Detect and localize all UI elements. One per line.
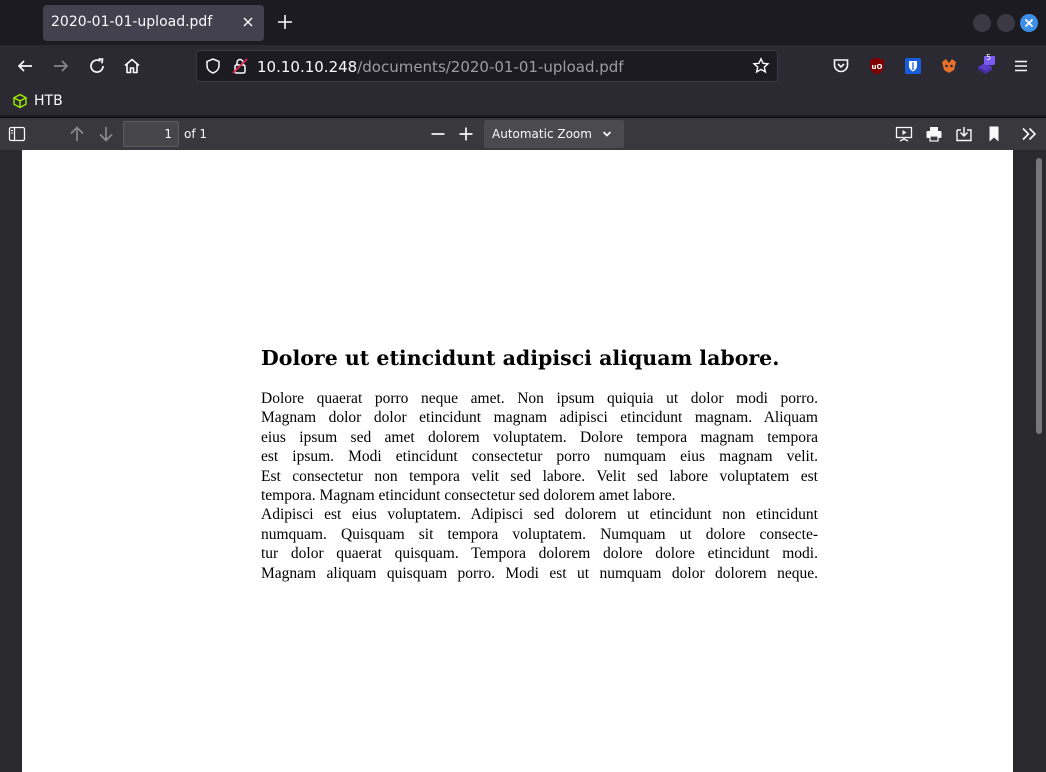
zoom-out-icon[interactable] (428, 124, 448, 144)
navigation-toolbar: 10.10.10.248/documents/2020-01-01-upload… (0, 45, 1046, 87)
address-bar[interactable]: 10.10.10.248/documents/2020-01-01-upload… (196, 50, 778, 82)
new-tab-icon[interactable] (276, 13, 294, 31)
previous-page-icon[interactable] (67, 124, 87, 144)
download-icon[interactable] (954, 124, 974, 144)
document-line: Est consectetur non tempora velit sed la… (261, 467, 818, 485)
tab-active[interactable]: 2020-01-01-upload.pdf (43, 5, 264, 41)
presentation-mode-icon[interactable] (894, 124, 914, 144)
url-text[interactable]: 10.10.10.248/documents/2020-01-01-upload… (257, 58, 624, 76)
svg-text:uO: uO (872, 63, 883, 71)
vertical-scrollbar[interactable] (1036, 158, 1042, 434)
document-line: eius ipsum sed amet dolorem voluptatem. … (261, 428, 818, 446)
document-line: numquam. Quisquam sit tempora voluptatem… (261, 525, 818, 543)
extension-badge: 5 (986, 53, 992, 62)
document-line: Magnam dolor dolor etincidunt magnam adi… (261, 409, 818, 427)
document-line: Adipisci est eius voluptatem. Adipisci s… (261, 506, 818, 524)
page-count: of 1 (184, 127, 208, 141)
extension-purple-icon[interactable]: 5 (975, 53, 995, 76)
zoom-select[interactable]: Automatic Zoom (484, 120, 624, 148)
minimize-window-button[interactable] (973, 14, 991, 32)
zoom-value: Automatic Zoom (492, 127, 592, 141)
pdf-page: Dolore ut etincidunt adipisci aliquam la… (22, 150, 1013, 772)
tab-strip: 2020-01-01-upload.pdf (0, 0, 1046, 45)
document-body: Dolore quaerat porro neque amet. Non ips… (261, 389, 818, 583)
toggle-sidebar-icon[interactable] (7, 124, 27, 144)
foxyproxy-icon[interactable] (939, 56, 959, 76)
print-icon[interactable] (924, 124, 944, 144)
document-line: Dolore quaerat porro neque amet. Non ips… (261, 390, 818, 407)
htb-cube-icon (12, 93, 28, 109)
home-icon[interactable] (122, 56, 142, 76)
close-tab-icon[interactable] (240, 14, 256, 30)
reload-icon[interactable] (87, 56, 107, 76)
document-heading: Dolore ut etincidunt adipisci aliquam la… (261, 346, 780, 370)
pocket-icon[interactable] (831, 56, 851, 76)
chevron-down-icon (601, 128, 613, 140)
bitwarden-icon[interactable] (903, 56, 923, 76)
bookmark-current-view-icon[interactable] (984, 124, 1004, 144)
bookmarks-toolbar: HTB (0, 87, 1046, 115)
document-line: Magnam aliquam quisquam porro. Modi est … (261, 564, 818, 582)
bookmark-star-icon[interactable] (752, 57, 770, 75)
url-host: 10.10.10.248 (257, 58, 358, 76)
tab-title: 2020-01-01-upload.pdf (51, 14, 213, 30)
url-path: /documents/2020-01-01-upload.pdf (357, 58, 624, 76)
forward-icon[interactable] (51, 56, 71, 76)
zoom-in-icon[interactable] (456, 124, 476, 144)
tools-menu-chevron-icon[interactable] (1019, 124, 1039, 144)
page-number-input[interactable]: 1 (123, 121, 179, 147)
document-line: tempora. Magnam etincidunt consectetur s… (261, 486, 676, 504)
maximize-window-button[interactable] (997, 14, 1015, 32)
document-line: est ipsum. Modi etincidunt consectetur p… (261, 448, 818, 466)
bookmark-label: HTB (34, 93, 63, 109)
close-window-button[interactable] (1020, 14, 1038, 32)
app-menu-icon[interactable] (1011, 56, 1031, 76)
insecure-lock-icon[interactable] (231, 57, 249, 75)
next-page-icon[interactable] (96, 124, 116, 144)
document-line: tur dolor quaerat quisquam. Tempora dolo… (261, 545, 818, 563)
tracking-protection-shield-icon[interactable] (204, 57, 222, 75)
pdf-viewer[interactable]: Dolore ut etincidunt adipisci aliquam la… (0, 150, 1046, 772)
pdf-toolbar: 1 of 1 Automatic Zoom (0, 117, 1046, 150)
back-icon[interactable] (15, 56, 35, 76)
ublock-origin-icon[interactable]: uO (867, 56, 887, 76)
